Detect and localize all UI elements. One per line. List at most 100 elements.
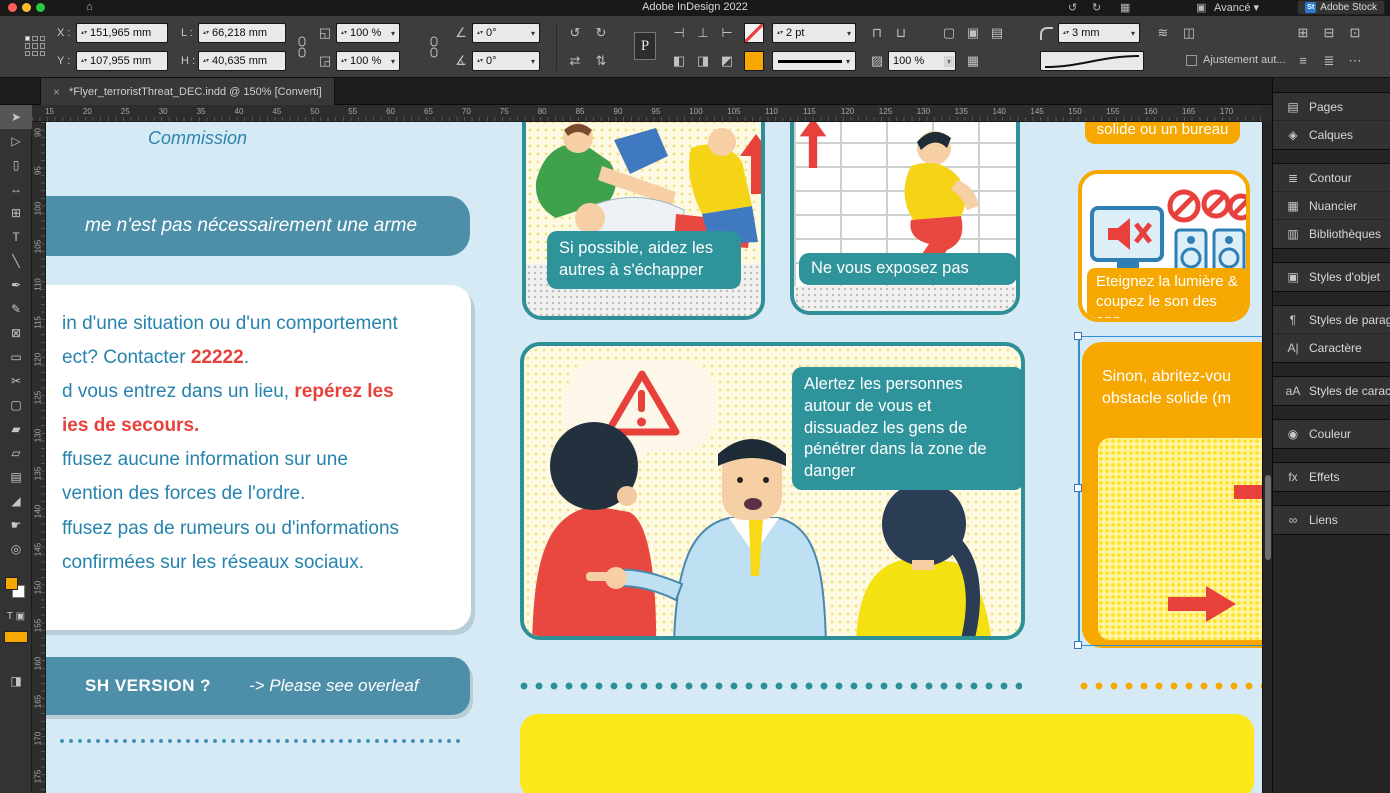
object-export-icon[interactable]: ⊞ <box>1292 23 1314 43</box>
width-field[interactable]: ▴▾66,218 mm <box>198 23 286 43</box>
rectangle-frame-tool-icon[interactable]: ⊠ <box>0 321 32 345</box>
document-tab[interactable]: × *Flyer_terroristThreat_DEC.indd @ 150%… <box>40 78 335 105</box>
eyedropper-tool-icon[interactable]: ◢ <box>0 489 32 513</box>
cap-butt-icon[interactable]: ⊓ <box>866 23 888 43</box>
pencil-tool-icon[interactable]: ✎ <box>0 297 32 321</box>
rotate-ccw-icon[interactable]: ↺ <box>564 23 586 43</box>
flyer-header-bar[interactable]: me n'est pas nécessairement une arme <box>46 196 470 256</box>
selection-tool-icon[interactable]: ➤ <box>0 105 32 129</box>
comic-panel-alert-people[interactable]: Alertez les personnes autour de vous et … <box>520 342 1025 640</box>
vertical-ruler[interactable]: 9095100105110115120125130135140145150155… <box>32 122 46 793</box>
selection-frame-edge[interactable] <box>1078 645 1262 646</box>
y-field[interactable]: ▴▾107,955 mm <box>76 51 168 71</box>
type-tool-icon[interactable]: T <box>0 225 32 249</box>
flyer-footer-bar[interactable]: SH VERSION ? -> Please see overleaf <box>46 657 470 715</box>
zoom-tool-icon[interactable]: ◎ <box>0 537 32 561</box>
screen-mode-icon[interactable]: ◨ <box>0 669 32 693</box>
text-style-icon[interactable]: ≣ <box>1318 51 1340 71</box>
rotate-view-ccw-icon[interactable]: ↺ <box>1068 1 1077 14</box>
wrap-jump-icon[interactable]: ▥ <box>938 51 960 71</box>
frame-fitting-icon[interactable]: ◫ <box>1178 23 1200 43</box>
panel-tab-effets[interactable]: fxEffets <box>1273 463 1390 491</box>
document-canvas[interactable]: Commission me n'est pas nécessairement u… <box>46 122 1262 793</box>
page-tool-icon[interactable]: ▯ <box>0 153 32 177</box>
line-tool-icon[interactable]: ╲ <box>0 249 32 273</box>
hand-tool-icon[interactable]: ☛ <box>0 513 32 537</box>
gradient-swatch-tool-icon[interactable]: ▰ <box>0 417 32 441</box>
checkbox-box[interactable] <box>1186 55 1197 66</box>
constrain-scale-icon[interactable] <box>428 36 440 58</box>
x-field[interactable]: ▴▾151,965 mm <box>76 23 168 43</box>
direct-selection-tool-icon[interactable]: ▷ <box>0 129 32 153</box>
panel-tab-contour[interactable]: ≣Contour <box>1273 164 1390 192</box>
distribute-right-icon[interactable]: ◩ <box>716 51 738 71</box>
fill-proxy-swatch[interactable] <box>5 577 18 590</box>
shear-field[interactable]: ▴▾0°▾ <box>472 51 540 71</box>
rotation-field[interactable]: ▴▾0°▾ <box>472 23 540 43</box>
autofit-checkbox[interactable]: Ajustement aut... <box>1186 54 1286 66</box>
rotate-view-cw-icon[interactable]: ↻ <box>1092 1 1101 14</box>
stroke-style-dropdown[interactable]: ▾ <box>772 51 856 71</box>
scale-y-field[interactable]: ▴▾100 %▾ <box>336 51 400 71</box>
scale-x-field[interactable]: ▴▾100 %▾ <box>336 23 400 43</box>
workspace-switcher[interactable]: Avancé ▾ <box>1214 1 1259 14</box>
panel-tab-styles-de-parag[interactable]: ¶Styles de parag <box>1273 306 1390 334</box>
align-bottom-icon[interactable]: ⊥ <box>692 23 714 43</box>
reference-point-proxy[interactable] <box>25 36 45 56</box>
rotate-cw-icon[interactable]: ↻ <box>590 23 612 43</box>
selection-handle[interactable] <box>1074 484 1082 492</box>
note-tool-icon[interactable]: ▤ <box>0 465 32 489</box>
comic-panel-escape[interactable]: Si possible, aidez les autres à s'échapp… <box>522 122 765 320</box>
free-transform-tool-icon[interactable]: ▢ <box>0 393 32 417</box>
panel-tab-styles-de-carac[interactable]: aAStyles de carac <box>1273 377 1390 405</box>
selection-handle[interactable] <box>1074 332 1082 340</box>
corner-radius-field[interactable]: ▴▾3 mm▾ <box>1058 23 1140 43</box>
selection-frame-edge[interactable] <box>1078 336 1262 337</box>
wrap-none-icon[interactable]: ▢ <box>938 23 960 43</box>
workspace-icon[interactable]: ▣ <box>1196 1 1206 14</box>
wrap-object-icon[interactable]: ▤ <box>986 23 1008 43</box>
vertical-scrollbar[interactable] <box>1262 122 1272 793</box>
panel-tab-nuancier[interactable]: ▦Nuancier <box>1273 192 1390 220</box>
flip-horizontal-icon[interactable]: ⇄ <box>564 51 586 71</box>
rectangle-tool-icon[interactable]: ▭ <box>0 345 32 369</box>
panel-tab-styles-d-objet[interactable]: ▣Styles d'objet <box>1273 263 1390 291</box>
comic-panel-mute-devices[interactable]: Eteignez la lumière & coupez le son des … <box>1078 170 1250 322</box>
close-tab-icon[interactable]: × <box>53 85 60 99</box>
options-icon[interactable]: ⊡ <box>1344 23 1366 43</box>
gradient-feather-tool-icon[interactable]: ▱ <box>0 441 32 465</box>
scrollbar-thumb[interactable] <box>1265 475 1271 560</box>
effects-icon[interactable]: ≋ <box>1152 23 1174 43</box>
yellow-section-block[interactable] <box>520 714 1254 793</box>
panel-tab-caract-re[interactable]: A|Caractère <box>1273 334 1390 362</box>
panel-tab-pages[interactable]: ▤Pages <box>1273 93 1390 121</box>
grid-icon[interactable]: ▦ <box>1120 1 1130 14</box>
flip-vertical-icon[interactable]: ⇅ <box>590 51 612 71</box>
horizontal-ruler[interactable]: 1520253035404550556065707580859095100105… <box>32 105 1262 122</box>
scissors-tool-icon[interactable]: ✂ <box>0 369 32 393</box>
distribute-center-icon[interactable]: ◨ <box>692 51 714 71</box>
selection-handle[interactable] <box>1074 641 1082 649</box>
panel-tab-liens[interactable]: ∞Liens <box>1273 506 1390 534</box>
gap-tool-icon[interactable]: ↔ <box>0 177 32 201</box>
wrap-bounding-icon[interactable]: ▣ <box>962 23 984 43</box>
fill-stroke-proxy[interactable] <box>0 573 31 607</box>
panel-tab-couleur[interactable]: ◉Couleur <box>1273 420 1390 448</box>
wrap-column-icon[interactable]: ▦ <box>962 51 984 71</box>
align-left-icon[interactable]: ⊣ <box>668 23 690 43</box>
comic-panel-hide-obstacle[interactable]: Sinon, abritez-vou obstacle solide (m <box>1082 342 1262 648</box>
formatting-affects-text-icon[interactable]: T ▣ <box>0 607 32 625</box>
distribute-left-icon[interactable]: ◧ <box>668 51 690 71</box>
stroke-weight-field[interactable]: ▴▾2 pt▾ <box>772 23 856 43</box>
stroke-color-swatch[interactable] <box>744 23 764 43</box>
fill-color-swatch[interactable] <box>744 51 764 71</box>
flyer-info-panel[interactable]: in d'une situation ou d'un comportement … <box>46 285 471 630</box>
content-collector-tool-icon[interactable]: ⊞ <box>0 201 32 225</box>
comic-panel-take-cover[interactable]: Ne vous exposez pas <box>790 122 1020 315</box>
text-align-icon[interactable]: ≡ <box>1292 51 1314 71</box>
align-right-icon[interactable]: ⊢ <box>716 23 738 43</box>
constrain-dimensions-icon[interactable] <box>296 36 308 58</box>
height-field[interactable]: ▴▾40,635 mm <box>198 51 286 71</box>
panel-tab-calques[interactable]: ◈Calques <box>1273 121 1390 149</box>
collapse-icon[interactable]: ⊟ <box>1318 23 1340 43</box>
